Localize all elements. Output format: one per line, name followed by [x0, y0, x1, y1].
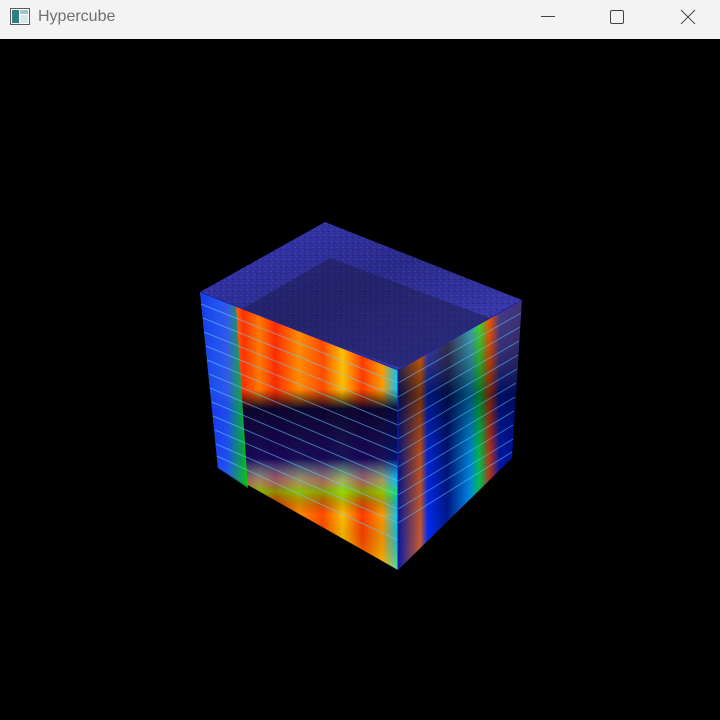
close-icon: [680, 9, 696, 25]
close-button[interactable]: [665, 0, 711, 34]
render-viewport[interactable]: [0, 39, 720, 720]
window-title: Hypercube: [38, 8, 116, 25]
title-bar[interactable]: Hypercube: [0, 0, 720, 39]
window-app-icon: [10, 8, 30, 25]
app-window: Hypercube: [0, 0, 720, 720]
minimize-icon: [541, 16, 555, 17]
maximize-button[interactable]: [594, 0, 640, 34]
maximize-icon: [610, 10, 624, 24]
hypercube-render[interactable]: [0, 39, 720, 720]
minimize-button[interactable]: [525, 0, 571, 34]
